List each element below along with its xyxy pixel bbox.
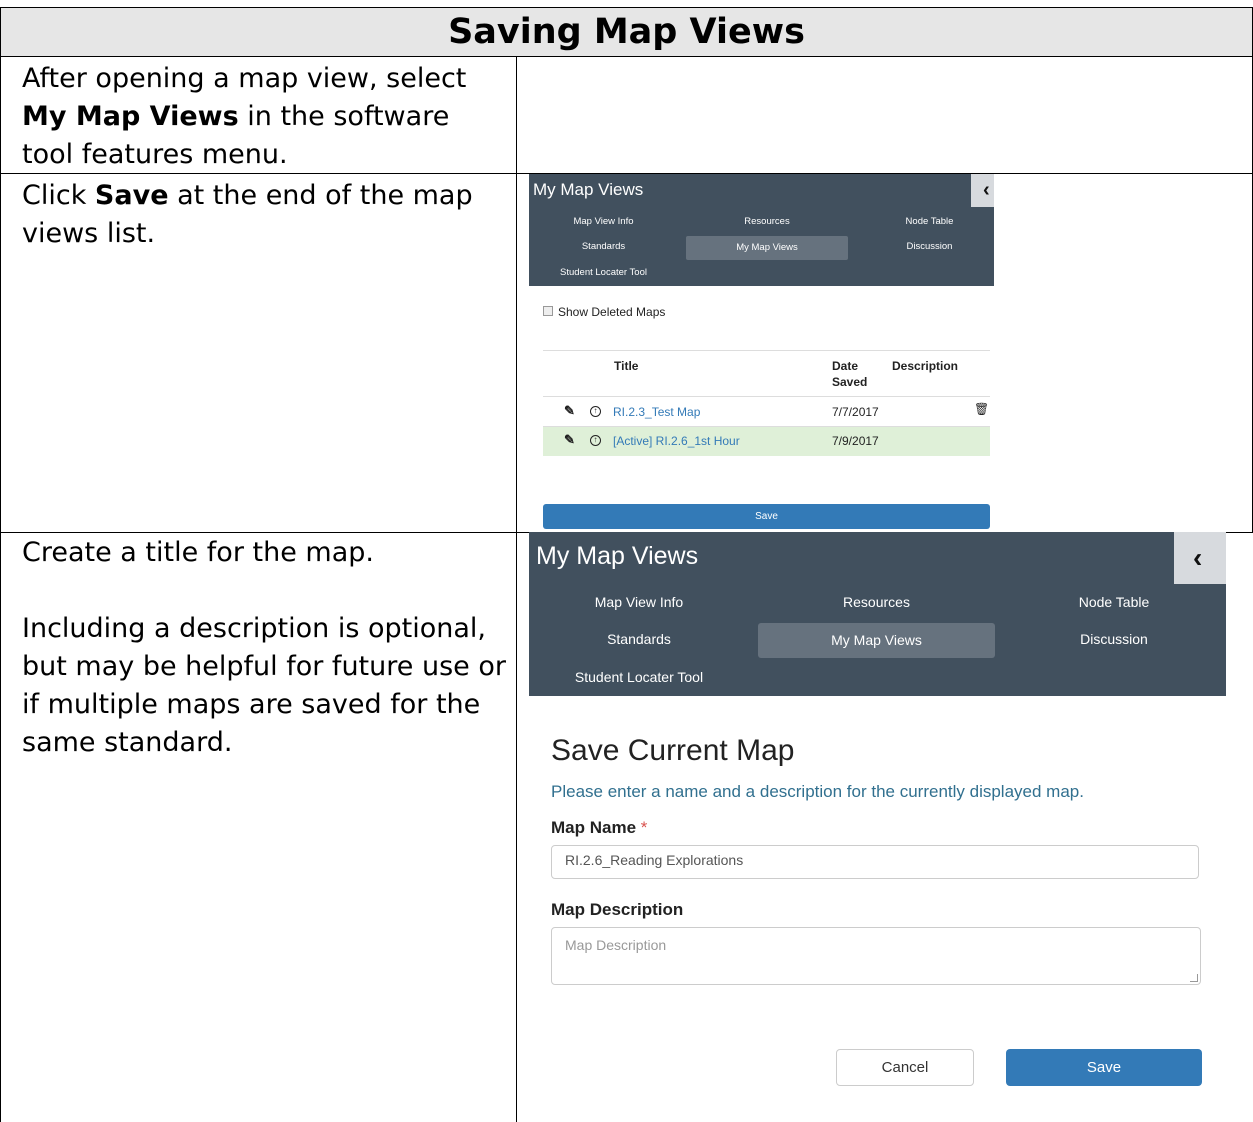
tab-map-view-info[interactable]: Map View Info [529, 594, 749, 610]
panel-title: My Map Views [536, 542, 699, 570]
step-1-bold-menu: My Map Views [22, 101, 239, 132]
chevron-left-icon: ‹ [983, 179, 990, 201]
document-table: Saving Map Views After opening a map vie… [0, 0, 1253, 1122]
save-current-map-screenshot: My Map Views ‹ Map View Info Resources N… [529, 532, 1226, 1088]
tab-node-table[interactable]: Node Table [995, 594, 1226, 610]
column-date-saved: Date Saved [832, 359, 868, 389]
panel-header: My Map Views ‹ Map View Info Resources N… [529, 532, 1226, 696]
map-title-link[interactable]: RI.2.3_Test Map [613, 405, 700, 419]
tab-standards[interactable]: Standards [529, 241, 678, 252]
step-2-text-part: Click [22, 180, 95, 211]
show-deleted-checkbox[interactable] [543, 306, 553, 316]
map-title-link[interactable]: [Active] RI.2.6_1st Hour [613, 434, 740, 448]
step-3-note: Including a description is optional, but… [22, 613, 506, 758]
show-deleted-label: Show Deleted Maps [558, 305, 666, 319]
load-map-icon[interactable]: ↑ [590, 406, 601, 417]
tab-standards[interactable]: Standards [529, 631, 749, 647]
tab-resources[interactable]: Resources [758, 594, 995, 610]
tab-discussion[interactable]: Discussion [995, 631, 1226, 647]
table-rule [543, 350, 990, 351]
my-map-views-list-screenshot: My Map Views ‹ Map View Info Resources N… [529, 174, 994, 532]
collapse-button[interactable]: ‹ [971, 174, 994, 207]
edit-icon[interactable]: ✎ [564, 403, 575, 419]
save-button[interactable]: Save [543, 504, 990, 529]
map-name-input[interactable]: RI.2.6_Reading Explorations [551, 845, 1199, 879]
column-title: Title [614, 359, 639, 373]
form-heading: Save Current Map [551, 734, 795, 767]
load-map-icon[interactable]: ↑ [590, 435, 601, 446]
table-column-divider [516, 57, 517, 1122]
table-border [0, 56, 1253, 57]
step-3-text: Create a title for the map. [22, 537, 374, 568]
document-title: Saving Map Views [448, 12, 805, 52]
step-1-text: After opening a map view, select My Map … [22, 60, 507, 174]
edit-icon[interactable]: ✎ [564, 432, 575, 448]
chevron-left-icon: ‹ [1193, 542, 1203, 573]
map-name-label-text: Map Name [551, 818, 637, 837]
save-button[interactable]: Save [1006, 1049, 1202, 1086]
collapse-button[interactable]: ‹ [1174, 532, 1226, 584]
step-2-text: Click Save at the end of the map views l… [22, 177, 507, 253]
tab-node-table[interactable]: Node Table [848, 216, 994, 227]
map-date: 7/7/2017 [832, 405, 879, 419]
tab-map-view-info[interactable]: Map View Info [529, 216, 678, 227]
tab-student-locater-tool[interactable]: Student Locater Tool [529, 669, 749, 685]
panel-title: My Map Views [533, 180, 644, 199]
panel-header: My Map Views ‹ Map View Info Resources N… [529, 174, 994, 286]
table-border-left [0, 7, 1, 1122]
resize-handle-icon[interactable] [1190, 974, 1198, 982]
document-title-band: Saving Map Views [1, 8, 1252, 56]
map-description-placeholder: Map Description [565, 937, 667, 953]
column-description: Description [892, 359, 959, 373]
tab-student-locater-tool[interactable]: Student Locater Tool [529, 267, 678, 278]
required-marker: * [640, 818, 648, 837]
form-subtitle: Please enter a name and a description fo… [551, 782, 1084, 801]
map-description-label: Map Description [551, 900, 684, 919]
trash-icon[interactable]: 🗑 [974, 402, 989, 416]
step-2-bold-save: Save [94, 180, 169, 211]
tab-resources[interactable]: Resources [686, 216, 848, 227]
tab-my-map-views[interactable]: My Map Views [686, 236, 848, 260]
table-row-active [543, 427, 990, 456]
map-date: 7/9/2017 [832, 434, 879, 448]
map-name-label: Map Name * [551, 818, 647, 838]
step-1-text-part: After opening a map view, select [22, 63, 467, 94]
tab-discussion[interactable]: Discussion [848, 241, 994, 252]
table-rule [543, 396, 990, 397]
map-description-field[interactable]: Map Description [551, 927, 1201, 985]
tab-my-map-views[interactable]: My Map Views [758, 623, 995, 658]
cancel-button[interactable]: Cancel [836, 1049, 974, 1086]
